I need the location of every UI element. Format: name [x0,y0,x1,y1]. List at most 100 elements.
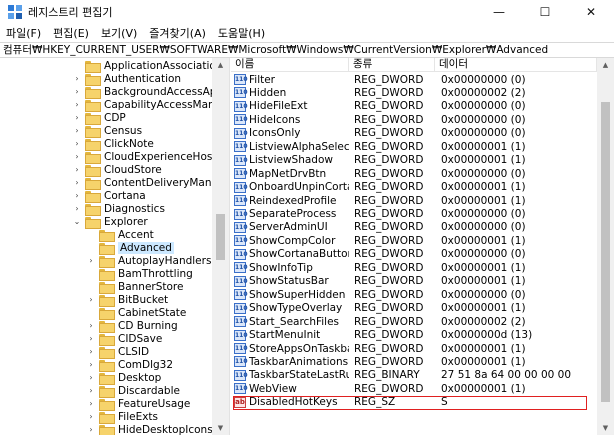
menu-file[interactable]: 파일(F) [6,25,41,41]
value-row[interactable]: 110 ListviewShadow REG_DWORD 0x00000001 (1) [231,154,597,167]
expand-arrow-icon[interactable]: › [72,204,82,213]
collapse-arrow-icon[interactable]: ⌄ [72,217,82,226]
menu-favorites[interactable]: 즐겨찾기(A) [149,25,206,41]
tree-item[interactable]: BamThrottling [86,267,193,281]
tree-item[interactable]: › Diagnostics [72,202,165,216]
tree-item[interactable]: › CIDSave [86,332,162,346]
tree-item[interactable]: CabinetState [86,306,186,320]
tree-item[interactable]: › CLSID [86,345,149,359]
value-row[interactable]: 110 TaskbarAnimations REG_DWORD 0x00000001 … [231,355,597,368]
value-row[interactable]: 110 ShowStatusBar REG_DWORD 0x00000001 (1) [231,275,597,288]
column-name-header[interactable]: 이름 [231,58,349,71]
expand-arrow-icon[interactable]: › [72,87,82,96]
address-bar[interactable]: 컴퓨터₩HKEY_CURRENT_USER₩SOFTWARE₩Microsoft… [0,42,614,58]
expand-arrow-icon[interactable]: › [72,152,82,161]
expand-arrow-icon[interactable]: › [72,191,82,200]
tree-item[interactable]: › FileExts [86,410,158,424]
expand-arrow-icon[interactable]: › [86,412,96,421]
menu-help[interactable]: 도움말(H) [218,25,265,41]
column-data-header[interactable]: 데이터 [435,58,597,71]
menu-edit[interactable]: 편집(E) [53,25,89,41]
value-row[interactable]: 110 Start_SearchFiles REG_DWORD 0x00000002 … [231,315,597,328]
tree-item[interactable]: › CloudStore [72,163,162,177]
tree-item[interactable]: › CapabilityAccessManager [72,98,229,112]
tree-item[interactable]: › CD Burning [86,319,178,333]
tree-item[interactable]: › BitBucket [86,293,168,307]
value-row[interactable]: 110 HideIcons REG_DWORD 0x00000000 (0) [231,113,597,126]
expand-arrow-icon[interactable]: › [86,360,96,369]
minimize-button[interactable]: — [476,0,522,24]
tree-item[interactable]: › CloudExperienceHost [72,150,216,164]
tree-item[interactable]: BannerStore [86,280,183,294]
tree-item[interactable]: › FeatureUsage [86,397,190,411]
tree-item[interactable]: › HideDesktopIcons [86,423,213,435]
tree-scrollbar[interactable]: ▲ ▼ [212,58,229,435]
tree-item[interactable]: Accent [86,228,154,242]
tree-item[interactable]: › ContentDeliveryManager [72,176,229,190]
tree-item[interactable]: › CDP [72,111,126,125]
expand-arrow-icon[interactable]: › [86,399,96,408]
tree-item[interactable]: › Cortana [72,189,146,203]
value-row[interactable]: 110 StoreAppsOnTaskbar REG_DWORD 0x00000001… [231,342,597,355]
column-type-header[interactable]: 종류 [349,58,435,71]
expand-arrow-icon[interactable]: › [86,347,96,356]
scroll-down-arrow-icon[interactable]: ▼ [212,421,229,435]
tree-item[interactable]: › ComDlg32 [86,358,173,372]
scroll-down-arrow-icon[interactable]: ▼ [597,421,614,435]
tree-item[interactable]: ›BackgroundAccessApplicatio [72,85,229,99]
expand-arrow-icon[interactable]: › [72,178,82,187]
expand-arrow-icon[interactable]: › [72,165,82,174]
expand-arrow-icon[interactable]: › [86,386,96,395]
scroll-up-arrow-icon[interactable]: ▲ [212,58,229,72]
expand-arrow-icon[interactable]: › [86,256,96,265]
value-row[interactable]: 110 Hidden REG_DWORD 0x00000002 (2) [231,86,597,99]
tree-item[interactable]: › Census [72,124,142,138]
value-row[interactable]: 110 ShowSuperHidden REG_DWORD 0x00000000 (0… [231,288,597,301]
tree-item[interactable]: › Authentication [72,72,181,86]
value-row[interactable]: 110 ServerAdminUI REG_DWORD 0x00000000 (0) [231,221,597,234]
value-row[interactable]: 110 HideFileExt REG_DWORD 0x00000000 (0) [231,100,597,113]
tree-item[interactable]: › Desktop [86,371,161,385]
expand-arrow-icon[interactable]: › [86,425,96,434]
tree-scroll-thumb[interactable] [216,214,225,260]
value-row[interactable]: 110 ShowCompColor REG_DWORD 0x00000001 (1) [231,234,597,247]
close-button[interactable]: ✕ [568,0,614,24]
value-row[interactable]: 110 SeparateProcess REG_DWORD 0x00000000 (0… [231,208,597,221]
value-row[interactable]: 110 TaskbarStateLastRun REG_BINARY 27 51 8a… [231,369,597,382]
expand-arrow-icon[interactable]: › [86,373,96,382]
expand-arrow-icon[interactable]: › [72,74,82,83]
value-row[interactable]: 110 ShowTypeOverlay REG_DWORD 0x00000001 (1… [231,302,597,315]
list-scroll-thumb[interactable] [601,102,610,402]
menu-view[interactable]: 보기(V) [101,25,137,41]
value-name: ReindexedProfile [249,194,337,207]
value-list[interactable]: 이름 종류 데이터 110 Filter REG_DWORD 0x00000000 (… [231,58,614,435]
tree-item[interactable]: › Discardable [86,384,180,398]
expand-arrow-icon[interactable]: › [72,100,82,109]
tree-item[interactable]: Advanced [86,241,174,255]
value-row[interactable]: 110 ShowCortanaButton REG_DWORD 0x00000000 … [231,248,597,261]
expand-arrow-icon[interactable]: › [86,321,96,330]
list-scrollbar[interactable]: ▲ ▼ [597,58,614,435]
tree-item[interactable]: ApplicationAssociationToasts [72,59,229,73]
expand-arrow-icon[interactable]: › [72,126,82,135]
tree-item[interactable]: ⌄ Explorer [72,215,148,229]
value-row[interactable]: 110 ListviewAlphaSelect REG_DWORD 0x0000000… [231,140,597,153]
expand-arrow-icon[interactable]: › [72,139,82,148]
scroll-up-arrow-icon[interactable]: ▲ [597,58,614,72]
value-row[interactable]: 110OnboardUnpinCortana REG_DWORD 0x0000000… [231,181,597,194]
value-row[interactable]: 110 Filter REG_DWORD 0x00000000 (0) [231,73,597,86]
value-row[interactable]: 110 MapNetDrvBtn REG_DWORD 0x00000000 (0) [231,167,597,180]
key-tree[interactable]: ApplicationAssociationToasts›Authenticat… [0,58,230,435]
expand-arrow-icon[interactable]: › [86,334,96,343]
maximize-button[interactable]: ☐ [522,0,568,24]
value-row[interactable]: 110 ShowInfoTip REG_DWORD 0x00000001 (1) [231,261,597,274]
tree-item[interactable]: › ClickNote [72,137,154,151]
tree-item[interactable]: › AutoplayHandlers [86,254,211,268]
value-row[interactable]: 110 ReindexedProfile REG_DWORD 0x00000001 (… [231,194,597,207]
value-row[interactable]: 110 WebView REG_DWORD 0x00000001 (1) [231,382,597,395]
folder-icon [99,268,115,281]
value-row[interactable]: 110 IconsOnly REG_DWORD 0x00000000 (0) [231,127,597,140]
expand-arrow-icon[interactable]: › [86,295,96,304]
expand-arrow-icon[interactable]: › [72,113,82,122]
value-row[interactable]: 110 StartMenuInit REG_DWORD 0x0000000d (13) [231,329,597,342]
